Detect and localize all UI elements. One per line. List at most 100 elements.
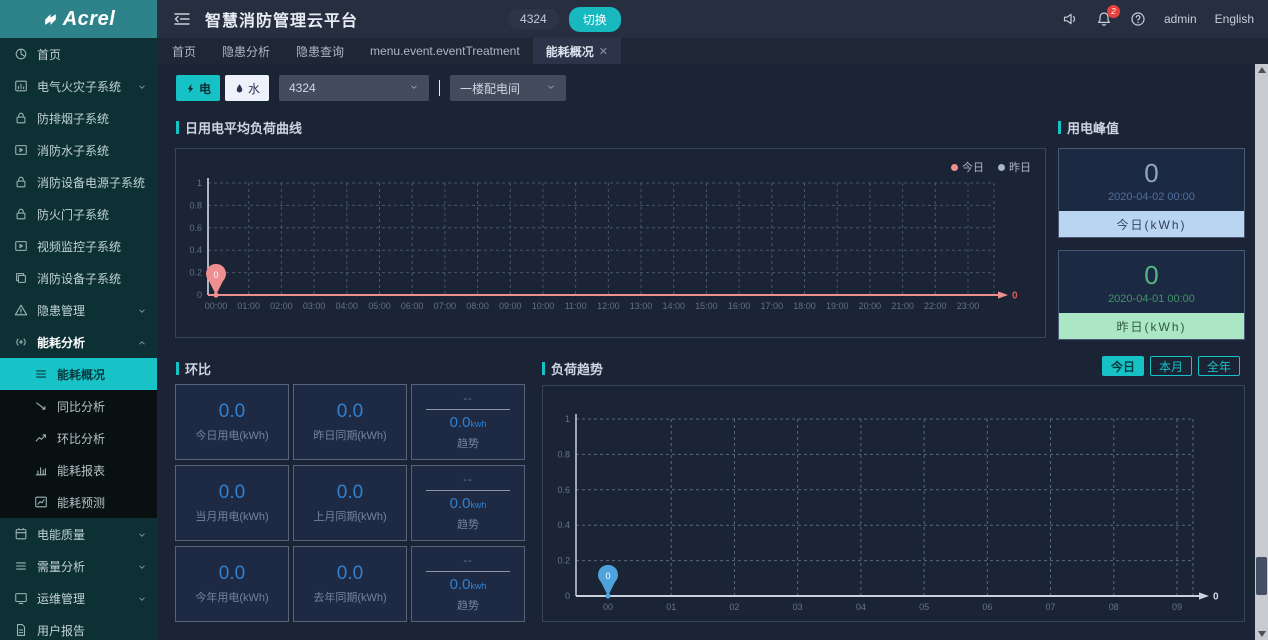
sidebar-item-label: 能耗分析 (37, 334, 137, 351)
tab-0[interactable]: 首页 (159, 38, 209, 64)
sidebar-item-0[interactable]: 首页 (0, 38, 157, 70)
trend-range-button-0[interactable]: 今日 (1102, 356, 1144, 376)
sidebar: Acrel 首页电气火灾子系统防排烟子系统消防水子系统消防设备电源子系统防火门子… (0, 0, 157, 640)
sidebar-item-1[interactable]: 电气火灾子系统 (0, 70, 157, 102)
water-drop-icon (234, 83, 245, 94)
sidebar-item-12[interactable]: 运维管理 (0, 582, 157, 614)
svg-text:0: 0 (1012, 291, 1018, 302)
svg-text:09: 09 (1172, 602, 1182, 612)
monitor-icon (14, 591, 28, 605)
svg-text:02:00: 02:00 (270, 301, 293, 311)
announcement-icon[interactable] (1062, 11, 1078, 27)
sidebar-item-10[interactable]: 电能质量 (0, 518, 157, 550)
sidebar-item-8[interactable]: 隐患管理 (0, 294, 157, 326)
sidebar-item-4[interactable]: 消防设备电源子系统 (0, 166, 157, 198)
sidebar-item-11[interactable]: 需量分析 (0, 550, 157, 582)
language-switcher[interactable]: English (1215, 12, 1254, 26)
trend-chart: 00.20.40.60.810001020304050607080900 (543, 386, 1244, 621)
svg-text:10:00: 10:00 (532, 301, 555, 311)
water-filter-button[interactable]: 水 (225, 75, 269, 101)
sidebar-item-7[interactable]: 消防设备子系统 (0, 262, 157, 294)
huanbi-trend-card: -- 0.0kwh 趋势 (411, 384, 525, 460)
tab-1[interactable]: 隐患分析 (209, 38, 283, 64)
sidebar-item-5[interactable]: 防火门子系统 (0, 198, 157, 230)
sidebar-item-9[interactable]: 能耗分析 (0, 326, 157, 358)
sidebar-nav: 首页电气火灾子系统防排烟子系统消防水子系统消防设备电源子系统防火门子系统视频监控… (0, 38, 157, 640)
svg-text:06: 06 (982, 602, 992, 612)
toolbar-divider (439, 80, 440, 96)
trend-label: 趋势 (457, 435, 479, 451)
switch-button[interactable]: 切换 (569, 7, 621, 32)
svg-text:23:00: 23:00 (957, 301, 980, 311)
svg-text:14:00: 14:00 (662, 301, 685, 311)
filter-toolbar: 电 水 4324 一楼配电间 (176, 75, 566, 101)
user-name[interactable]: admin (1164, 12, 1197, 26)
trend-down-icon (34, 399, 48, 413)
menu-fold-icon[interactable] (173, 10, 191, 28)
svg-text:22:00: 22:00 (924, 301, 947, 311)
svg-text:01: 01 (666, 602, 676, 612)
sidebar-subitem-3[interactable]: 能耗报表 (0, 454, 157, 486)
sidebar-item-13[interactable]: 用户报告 (0, 614, 157, 640)
divider (426, 490, 510, 491)
scroll-up-arrow-icon[interactable] (1258, 67, 1266, 73)
svg-text:21:00: 21:00 (891, 301, 914, 311)
huanbi-value: 0.0 (219, 563, 245, 585)
bell-icon[interactable]: 2 (1096, 11, 1112, 27)
sidebar-subitem-0[interactable]: 能耗概况 (0, 358, 157, 390)
video-icon (14, 239, 28, 253)
video-icon (14, 143, 28, 157)
sidebar-item-3[interactable]: 消防水子系统 (0, 134, 157, 166)
legend-item[interactable]: 今日 (951, 159, 984, 175)
daily-curve-chart: 00.20.40.60.8100:0001:0002:0003:0004:000… (176, 149, 1045, 337)
bolt-icon (185, 83, 196, 94)
svg-text:1: 1 (197, 178, 202, 188)
trend-value: 0.0 (450, 576, 471, 593)
electric-filter-button[interactable]: 电 (176, 75, 220, 101)
chart-icon (14, 79, 28, 93)
signal-icon (14, 335, 28, 349)
sidebar-item-6[interactable]: 视频监控子系统 (0, 230, 157, 262)
top-header: 智慧消防管理云平台 4324 切换 2 admin English (157, 0, 1268, 38)
svg-text:11:00: 11:00 (565, 301, 587, 311)
tab-4[interactable]: 能耗概况 ✕ (533, 38, 621, 64)
sidebar-item-label: 首页 (37, 46, 147, 63)
tab-label: 能耗概况 (546, 43, 594, 60)
trend-range-button-2[interactable]: 全年 (1198, 356, 1240, 376)
legend-item[interactable]: 昨日 (998, 159, 1031, 175)
svg-text:12:00: 12:00 (597, 301, 620, 311)
notification-count-badge: 2 (1107, 5, 1120, 18)
legend-dot (998, 164, 1005, 171)
huanbi-label: 去年同期(kWh) (313, 589, 386, 605)
lock-icon (14, 111, 28, 125)
vertical-scrollbar[interactable] (1255, 64, 1268, 640)
huanbi-value: 0.0 (337, 482, 363, 504)
trend-direction: -- (463, 393, 472, 405)
tab-3[interactable]: menu.event.eventTreatment (357, 38, 533, 64)
bar-chart-icon (34, 463, 48, 477)
home-icon (14, 47, 28, 61)
tab-2[interactable]: 隐患查询 (283, 38, 357, 64)
svg-text:0: 0 (565, 591, 570, 601)
help-icon[interactable] (1130, 11, 1146, 27)
sidebar-item-2[interactable]: 防排烟子系统 (0, 102, 157, 134)
divider (426, 409, 510, 410)
svg-text:0.6: 0.6 (557, 485, 570, 495)
svg-text:03:00: 03:00 (303, 301, 326, 311)
scroll-down-arrow-icon[interactable] (1258, 631, 1266, 637)
peak-label: 昨日(kWh) (1059, 313, 1244, 339)
svg-text:01:00: 01:00 (237, 301, 260, 311)
trend-range-button-1[interactable]: 本月 (1150, 356, 1192, 376)
peak-card-0: 0 2020-04-02 00:00 今日(kWh) (1058, 148, 1245, 238)
scrollbar-thumb[interactable] (1256, 557, 1267, 595)
peak-label: 今日(kWh) (1059, 211, 1244, 237)
sidebar-subitem-1[interactable]: 同比分析 (0, 390, 157, 422)
sidebar-subitem-2[interactable]: 环比分析 (0, 422, 157, 454)
sidebar-subitem-label: 同比分析 (57, 398, 147, 415)
sidebar-subitem-4[interactable]: 能耗预测 (0, 486, 157, 518)
divider (426, 571, 510, 572)
room-select[interactable]: 一楼配电间 (450, 75, 566, 101)
project-select[interactable]: 4324 (279, 75, 429, 101)
sidebar-item-label: 防火门子系统 (37, 206, 147, 223)
close-icon[interactable]: ✕ (599, 45, 608, 58)
